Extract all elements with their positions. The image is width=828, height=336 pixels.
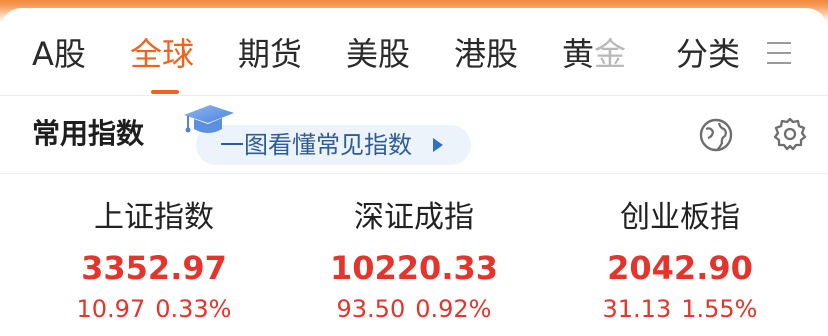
tab-gold-label-a: 黄 (562, 35, 595, 73)
index-guide-label: 一图看懂常见指数 (220, 131, 412, 159)
index-value: 10220.33 (329, 249, 498, 287)
index-change: 31.13 1.55% (550, 292, 810, 326)
index-guide-button[interactable]: 一图看懂常见指数 (196, 125, 471, 165)
graduation-cap-icon (184, 105, 234, 133)
section-title: 常用指数 (32, 117, 145, 150)
index-name: 深证成指 (354, 200, 474, 235)
index-value: 3352.97 (81, 249, 227, 287)
globe-icon[interactable] (698, 117, 734, 153)
tab-category[interactable]: 分类 (676, 32, 740, 76)
index-change: 10.97 0.33% (24, 292, 284, 326)
hamburger-menu-icon[interactable] (767, 42, 791, 64)
index-change: 93.50 0.92% (284, 292, 544, 326)
market-index-panel: A股 全球 期货 美股 港股 黄金 分类 常用指数 一图看懂常见指数 上证指数 … (0, 0, 828, 336)
index-change-percent: 0.92% (415, 295, 492, 323)
tab-gold-label-b: 金 (594, 35, 627, 73)
index-value: 2042.90 (607, 249, 753, 287)
market-tabs: A股 全球 期货 美股 港股 黄金 分类 (0, 22, 828, 94)
index-change-points: 10.97 (76, 295, 146, 323)
index-change-points: 31.13 (602, 295, 672, 323)
index-change-percent: 0.33% (155, 295, 232, 323)
index-card-chinext[interactable]: 创业板指 2042.90 31.13 1.55% (550, 196, 810, 336)
tab-us-stocks[interactable]: 美股 (346, 32, 410, 76)
section-divider (0, 173, 828, 174)
tab-a-shares[interactable]: A股 (32, 32, 86, 76)
play-arrow-icon (433, 138, 443, 152)
tab-global[interactable]: 全球 (130, 32, 194, 76)
tab-hk-stocks[interactable]: 港股 (454, 32, 518, 76)
gear-icon[interactable] (772, 116, 808, 152)
index-name: 创业板指 (620, 200, 740, 235)
index-change-points: 93.50 (336, 295, 406, 323)
tab-gold[interactable]: 黄金 (562, 32, 626, 76)
index-card-shanghai[interactable]: 上证指数 3352.97 10.97 0.33% (24, 196, 284, 336)
tabs-divider (0, 95, 828, 96)
tab-futures[interactable]: 期货 (238, 32, 302, 76)
index-change-percent: 1.55% (681, 295, 758, 323)
index-card-shenzhen[interactable]: 深证成指 10220.33 93.50 0.92% (284, 196, 544, 336)
index-name: 上证指数 (94, 200, 214, 235)
active-tab-indicator (151, 90, 179, 94)
